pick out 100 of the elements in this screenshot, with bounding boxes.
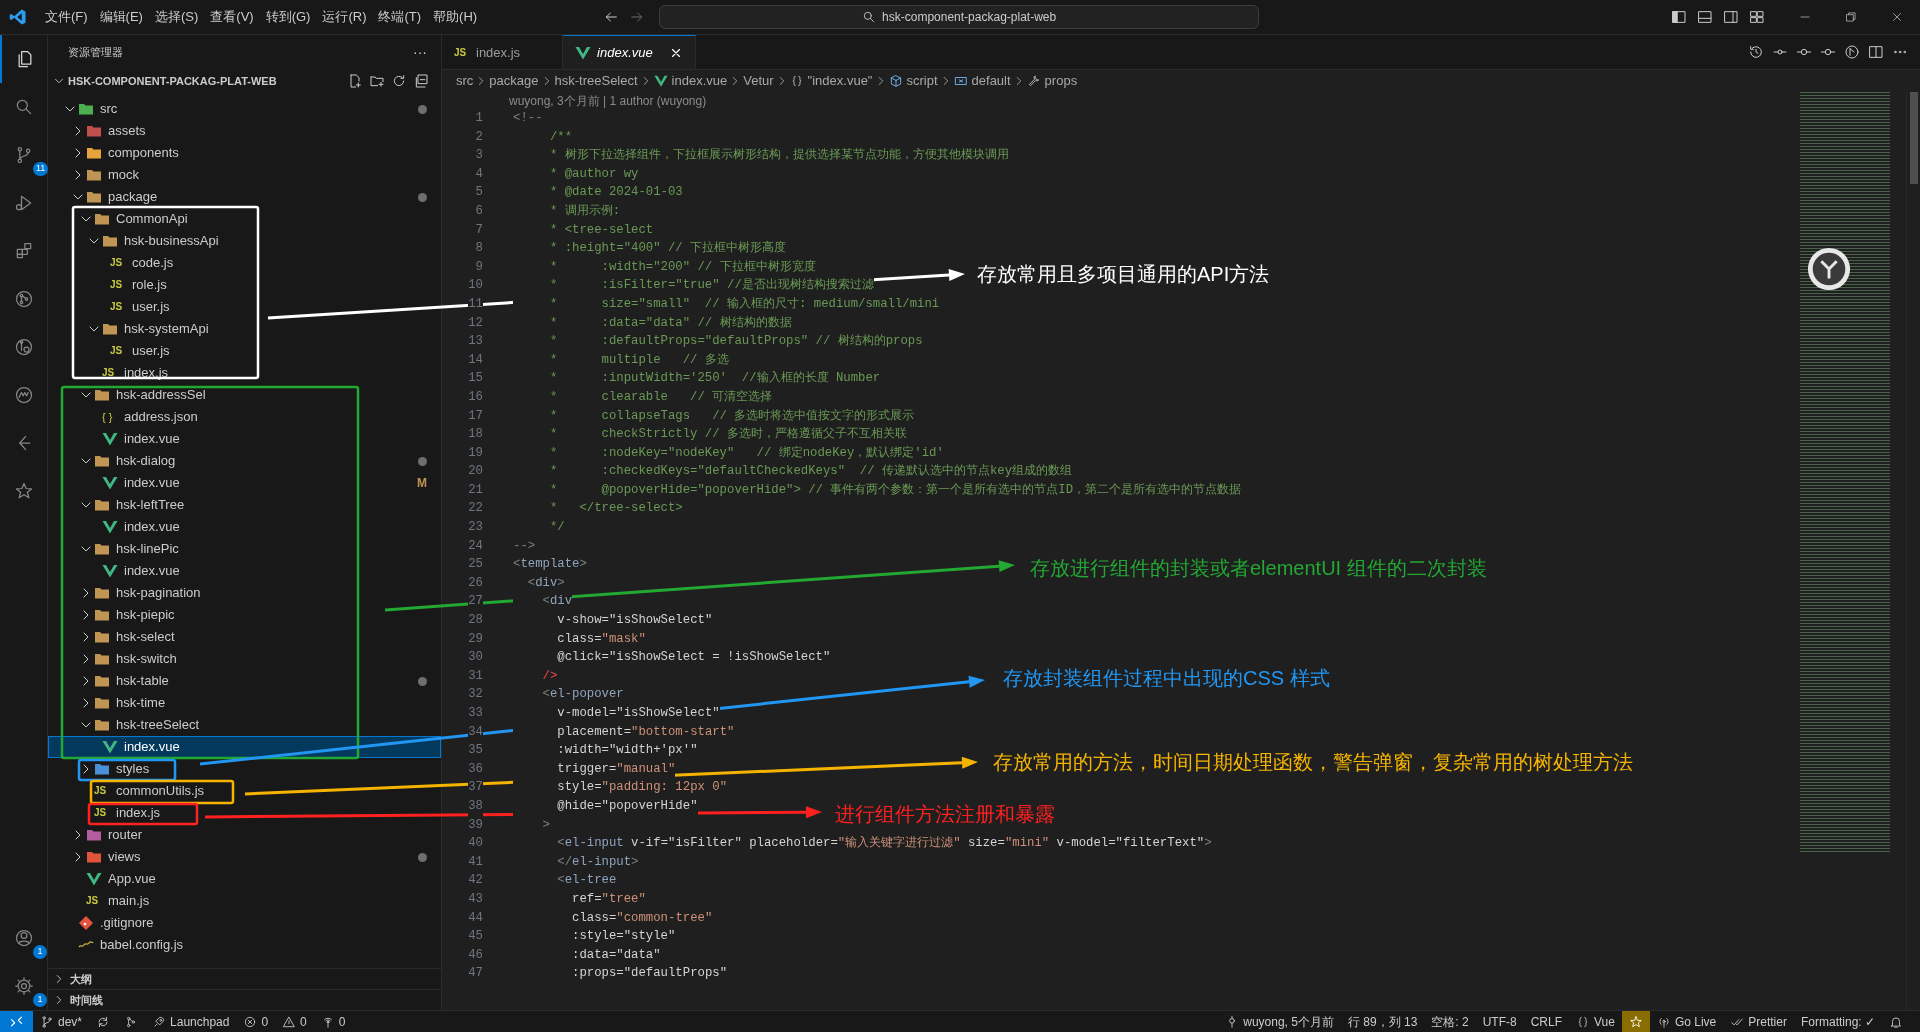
sidebar-toggle-icon[interactable] (1671, 9, 1687, 25)
status-item[interactable]: Go Live (1649, 1011, 1724, 1032)
tree-item[interactable]: hsk-switch (48, 648, 441, 670)
new-folder-icon[interactable] (369, 73, 385, 89)
menu-item[interactable]: 查看(V) (204, 7, 260, 27)
new-file-icon[interactable] (347, 73, 363, 89)
settings-icon[interactable] (13, 976, 34, 996)
tree-item[interactable]: index.vue (48, 516, 441, 538)
menu-item[interactable]: 帮助(H) (427, 7, 484, 27)
tree-item[interactable]: { } address.json (48, 406, 441, 428)
section-header[interactable]: 大纲 (48, 968, 441, 989)
tree-item[interactable]: components (48, 142, 441, 164)
floating-circle-icon[interactable] (1806, 246, 1852, 292)
status-item[interactable]: 0 (236, 1011, 276, 1032)
menu-item[interactable]: 运行(R) (316, 7, 373, 27)
more-actions-button[interactable]: ··· (413, 42, 427, 63)
remote-button[interactable] (0, 1011, 33, 1032)
tree-item[interactable]: hsk-select (48, 626, 441, 648)
status-item[interactable]: 行 89，列 13 (1340, 1011, 1425, 1032)
tree-item[interactable]: JS role.js (48, 274, 441, 296)
breadcrumb-item[interactable]: default (953, 71, 1011, 91)
tree-item[interactable]: CommonApi (48, 208, 441, 230)
tree-item[interactable]: JS index.js (48, 802, 441, 824)
secondary-sidebar-icon[interactable] (1723, 9, 1739, 25)
history-icon[interactable] (1748, 44, 1764, 60)
menu-item[interactable]: 编辑(E) (93, 7, 149, 27)
tree-item[interactable]: index.vue M (48, 472, 441, 494)
restore-icon[interactable] (1844, 10, 1858, 24)
tree-item[interactable]: hsk-systemApi (48, 318, 441, 340)
circle-logo-icon[interactable] (1844, 44, 1860, 60)
tree-item[interactable]: JS index.js (48, 362, 441, 384)
scrollbar-thumb[interactable] (1910, 92, 1918, 184)
status-item[interactable]: CRLF (1523, 1011, 1569, 1032)
breadcrumb-item[interactable]: props (1026, 71, 1078, 91)
menu-item[interactable]: 选择(S) (148, 7, 205, 27)
panel-toggle-icon[interactable] (1697, 9, 1713, 25)
tree-item[interactable]: router (48, 824, 441, 846)
back-arrow-icon[interactable] (603, 9, 620, 25)
aw-circle-icon[interactable] (13, 385, 34, 405)
tree-item[interactable]: .gitignore (48, 912, 441, 934)
tree-item[interactable]: JS user.js (48, 340, 441, 362)
refresh-icon[interactable] (391, 73, 407, 89)
bell-icon[interactable] (1889, 1014, 1903, 1029)
star-icon[interactable] (13, 481, 34, 501)
breadcrumb-item[interactable]: hsk-treeSelect (554, 71, 638, 91)
tree-item[interactable]: hsk-table (48, 670, 441, 692)
tree-item[interactable]: index.vue (48, 736, 441, 758)
menu-item[interactable]: 转到(G) (259, 7, 317, 27)
tree-item[interactable]: hsk-linePic (48, 538, 441, 560)
breadcrumb-item[interactable]: script (888, 71, 938, 91)
tree-item[interactable]: hsk-treeSelect (48, 714, 441, 736)
split-editor-icon[interactable] (1868, 44, 1884, 60)
status-item[interactable]: Prettier (1723, 1011, 1794, 1032)
tree-item[interactable]: JS main.js (48, 890, 441, 912)
tree-item[interactable]: App.vue (48, 868, 441, 890)
status-item[interactable]: 空格: 2 (1424, 1011, 1476, 1032)
status-item[interactable]: Vue (1569, 1011, 1622, 1032)
tree-item[interactable]: JS commonUtils.js (48, 780, 441, 802)
tree-item[interactable]: src (48, 98, 441, 120)
run-debug-icon[interactable] (13, 193, 34, 213)
status-item[interactable]: 0 (313, 1011, 353, 1032)
menu-item[interactable]: 文件(F) (39, 7, 94, 27)
sync-icon[interactable] (96, 1014, 111, 1029)
tree-item[interactable]: hsk-piepic (48, 604, 441, 626)
tree-item[interactable]: assets (48, 120, 441, 142)
tree-item[interactable]: hsk-businessApi (48, 230, 441, 252)
status-item[interactable]: Formatting: ✓ (1793, 1011, 1882, 1032)
tree-item[interactable]: hsk-addressSel (48, 384, 441, 406)
tree-item[interactable]: styles (48, 758, 441, 780)
layout-icon[interactable] (1749, 9, 1765, 25)
close-icon[interactable] (1890, 10, 1904, 24)
command-center[interactable]: hsk-component-packag-plat-web (659, 5, 1260, 29)
tree-item[interactable]: views (48, 846, 441, 868)
breadcrumb-item[interactable]: Vetur (743, 71, 774, 91)
status-item[interactable]: Launchpad (145, 1011, 237, 1032)
tree-item[interactable]: babel.config.js (48, 934, 441, 956)
status-item[interactable]: wuyong, 5个月前 (1218, 1011, 1341, 1032)
tree-item[interactable]: hsk-time (48, 692, 441, 714)
status-item[interactable]: 0 (275, 1011, 314, 1032)
git-search-icon[interactable] (13, 337, 34, 357)
breadcrumb-item[interactable]: package (489, 71, 539, 91)
tree-item[interactable]: hsk-pagination (48, 582, 441, 604)
tree-item[interactable]: hsk-leftTree (48, 494, 441, 516)
git-graph-icon[interactable] (13, 289, 34, 309)
menu-item[interactable]: 终端(T) (372, 7, 428, 27)
breadcrumb-item[interactable]: src (456, 71, 474, 91)
status-item[interactable]: dev* (33, 1011, 90, 1032)
tree-item[interactable]: index.vue (48, 428, 441, 450)
tree-item[interactable]: mock (48, 164, 441, 186)
editor-tab[interactable]: index.vue (563, 35, 696, 69)
tree-item[interactable]: package (48, 186, 441, 208)
status-item[interactable]: UTF-8 (1475, 1011, 1524, 1032)
account-icon[interactable] (13, 928, 34, 948)
tree-item[interactable]: JS user.js (48, 296, 441, 318)
breadcrumb-item[interactable]: index.vue (653, 71, 728, 91)
tree-item[interactable]: JS code.js (48, 252, 441, 274)
collapse-all-icon[interactable] (413, 73, 429, 89)
breadcrumb-item[interactable]: "index.vue" (789, 71, 873, 91)
tree-item[interactable]: hsk-dialog (48, 450, 441, 472)
tree-item[interactable]: index.vue (48, 560, 441, 582)
